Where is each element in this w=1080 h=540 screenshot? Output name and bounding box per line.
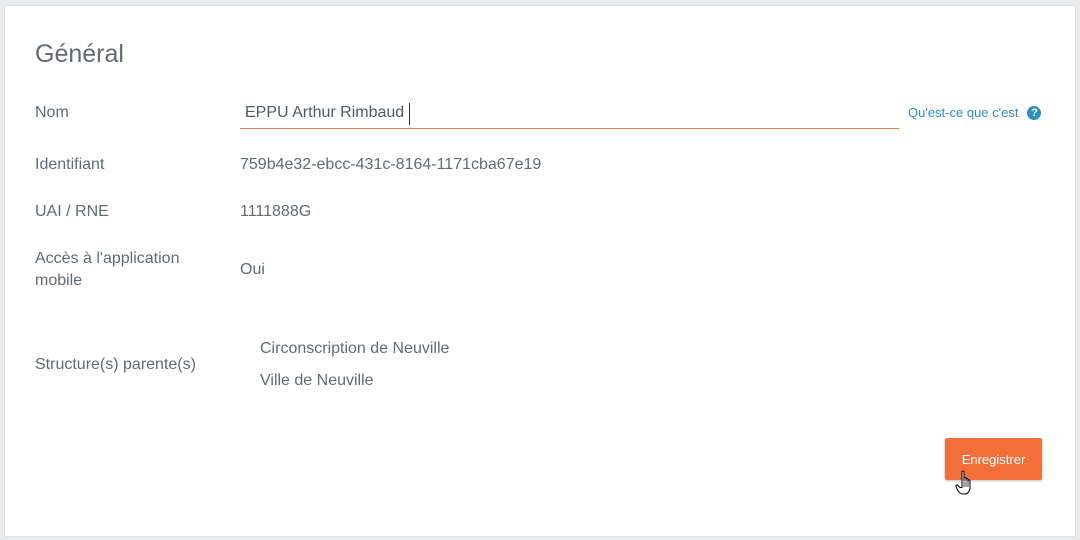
question-circle-icon: ? [1027, 105, 1042, 120]
acces-label-line1: Accès à l'application [35, 250, 180, 267]
help-link[interactable]: Qu'est-ce que c'est ? [908, 105, 1042, 120]
parent-structure-item: Circonscription de Neuville [260, 340, 450, 357]
general-panel: Général Nom Qu'est-ce que c'est ? Identi… [4, 5, 1076, 537]
nom-label: Nom [35, 104, 69, 121]
parent-structure-item: Ville de Neuville [260, 372, 374, 389]
hand-pointer-icon [955, 470, 971, 495]
nom-input[interactable] [240, 97, 899, 128]
parents-label: Structure(s) parente(s) [35, 356, 196, 373]
acces-label-line2: mobile [35, 272, 83, 289]
identifiant-label: Identifiant [35, 156, 105, 173]
uai-value: 1111888G [240, 203, 312, 220]
uai-label: UAI / RNE [35, 203, 109, 220]
section-title: Général [35, 40, 124, 68]
text-caret [409, 103, 410, 125]
acces-value: Oui [240, 261, 265, 278]
identifiant-value: 759b4e32-ebcc-431c-8164-1171cba67e19 [240, 156, 542, 173]
help-link-label: Qu'est-ce que c'est [908, 105, 1019, 120]
nom-field-wrapper [240, 97, 899, 129]
